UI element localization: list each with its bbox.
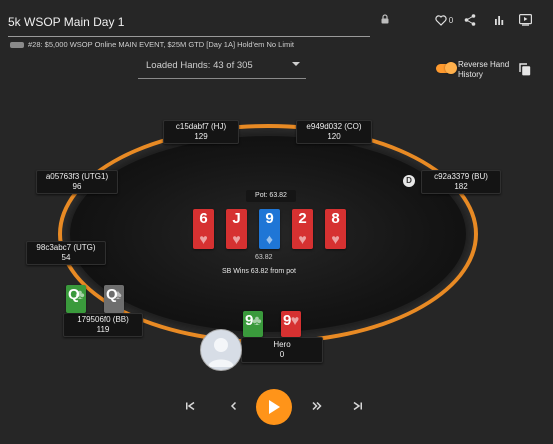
reverse-history-toggle[interactable] (436, 62, 457, 74)
dealer-button: D (403, 175, 415, 187)
player-name: 98c3abc7 (UTG) (36, 243, 96, 252)
player-stack: 54 (61, 253, 71, 262)
heart-suit-icon: ♥ (290, 312, 300, 328)
loaded-hands-select[interactable]: Loaded Hands: 43 of 305 (138, 54, 306, 79)
hand-title-field[interactable]: 5k WSOP Main Day 1 (8, 10, 370, 37)
heart-suit-icon: ♥ (199, 231, 208, 247)
previous-button[interactable] (224, 396, 244, 416)
tournament-name: #28: $5,000 WSOP Online MAIN EVENT, $25M… (28, 40, 294, 49)
player-name: e949d032 (CO) (306, 122, 362, 131)
fast-forward-icon (311, 401, 322, 411)
diamond-suit-icon: ♦ (265, 231, 274, 247)
bb-card-2: Q ♠ (104, 285, 124, 313)
heart-suit-icon: ♥ (298, 231, 307, 247)
tournament-info: #28: $5,000 WSOP Online MAIN EVENT, $25M… (10, 40, 294, 49)
seat-utg1[interactable]: a05763f3 (UTG1) 96 (36, 170, 118, 194)
player-name: c15dabf7 (HJ) (175, 122, 227, 131)
player-stack: 182 (454, 182, 468, 191)
pot-amount: 63.82 (255, 254, 273, 261)
seat-hero[interactable]: Hero 0 (241, 337, 323, 363)
prev-icon (230, 401, 237, 411)
skip-start-icon (186, 401, 195, 411)
seat-bu[interactable]: c92a3379 (BU) 182 (421, 170, 501, 194)
club-suit-icon: ♣ (75, 286, 85, 302)
board-card-2: J ♥ (226, 209, 247, 249)
copy-icon[interactable] (519, 63, 531, 76)
player-stack: 119 (96, 325, 110, 334)
reverse-history-label: Reverse Hand History (458, 60, 510, 79)
loaded-hands-label: Loaded Hands: 43 of 305 (146, 60, 253, 71)
board-card-1: 6 ♥ (193, 209, 214, 249)
seat-co[interactable]: e949d032 (CO) 120 (296, 120, 372, 144)
player-stack: 129 (194, 132, 208, 141)
board-card-4: 2 ♥ (292, 209, 313, 249)
fast-forward-button[interactable] (307, 396, 327, 416)
club-suit-icon: ♣ (252, 312, 262, 328)
video-icon[interactable] (519, 14, 532, 26)
board-card-3: 9 ♦ (259, 209, 280, 249)
avatar-placeholder (10, 42, 24, 49)
pot-label: Pot: 63.82 (246, 190, 296, 202)
hero-avatar (200, 329, 242, 371)
spade-suit-icon: ♠ (114, 286, 122, 302)
heart-suit-icon: ♥ (232, 231, 241, 247)
player-stack: 0 (279, 350, 285, 359)
player-name: a05763f3 (UTG1) (45, 172, 109, 181)
bar-chart-icon[interactable] (494, 15, 504, 25)
chevron-down-icon (292, 62, 300, 66)
skip-end-icon (353, 401, 362, 411)
user-icon (208, 338, 234, 367)
player-name: 179506f0 (BB) (77, 315, 129, 324)
heart-icon (435, 14, 447, 26)
heart-suit-icon: ♥ (331, 231, 340, 247)
pot-result: SB Wins 63.82 from pot (222, 268, 296, 275)
board-card-5: 8 ♥ (325, 209, 346, 249)
player-name: Hero (273, 340, 291, 349)
toggle-knob (445, 62, 457, 74)
bb-card-1: Q ♣ (66, 285, 86, 313)
skip-start-button[interactable] (180, 396, 200, 416)
player-stack: 96 (72, 182, 82, 191)
player-name: c92a3379 (BU) (434, 172, 488, 181)
lock-icon[interactable] (380, 14, 390, 24)
like-count: 0 (448, 15, 454, 25)
seat-bb[interactable]: 179506f0 (BB) 119 (63, 313, 143, 337)
hero-card-1: 9 ♣ (243, 311, 263, 337)
seat-utg[interactable]: 98c3abc7 (UTG) 54 (26, 241, 106, 265)
skip-end-button[interactable] (348, 396, 368, 416)
like-button[interactable]: 0 (432, 12, 456, 28)
play-button[interactable] (256, 389, 292, 425)
share-icon[interactable] (464, 14, 476, 26)
seat-hj[interactable]: c15dabf7 (HJ) 129 (163, 120, 239, 144)
hero-card-2: 9 ♥ (281, 311, 301, 337)
hand-title: 5k WSOP Main Day 1 (8, 15, 125, 29)
play-icon (269, 400, 280, 414)
player-stack: 120 (327, 132, 341, 141)
